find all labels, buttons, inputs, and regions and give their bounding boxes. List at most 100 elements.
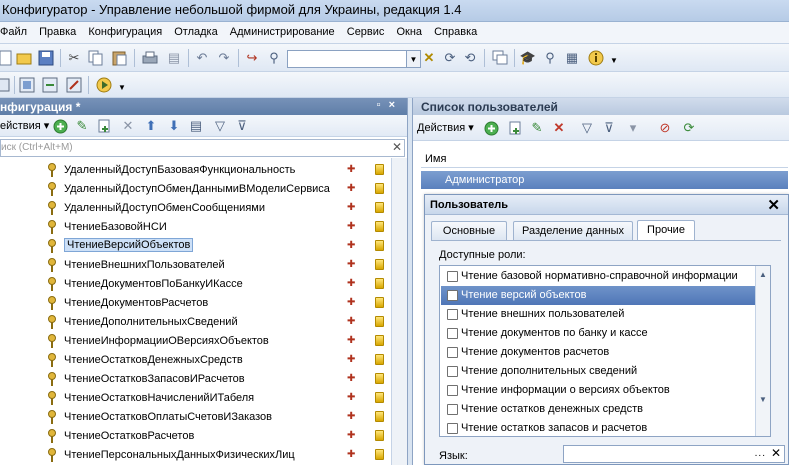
tree-item[interactable]: ЧтениеИнформацииОВерсияхОбъектов ✚ xyxy=(0,332,390,351)
chevron-down-icon[interactable]: ▼ xyxy=(406,51,420,67)
edit-icon[interactable]: ✎ xyxy=(74,118,90,134)
tree-item-selected[interactable]: ЧтениеВерсийОбъектов ✚ xyxy=(0,237,390,256)
tab-main[interactable]: Основные xyxy=(431,221,507,240)
help-search-icon[interactable]: ⚲ xyxy=(542,50,558,66)
paste-icon[interactable] xyxy=(112,50,128,66)
config-icon[interactable] xyxy=(19,77,35,93)
select-button[interactable]: ... xyxy=(755,448,766,459)
filter-clear-icon[interactable]: ⊘ xyxy=(657,120,673,136)
role-item[interactable]: Чтение остатков запасов и расчетов xyxy=(441,419,757,436)
new-icon[interactable] xyxy=(0,50,14,66)
tab-data-separation[interactable]: Разделение данных xyxy=(513,221,633,240)
menu-configuration[interactable]: Конфигурация xyxy=(88,26,162,38)
goto-icon[interactable]: ↪ xyxy=(244,50,260,66)
copy-user-icon[interactable] xyxy=(507,120,523,136)
save-icon[interactable] xyxy=(38,50,54,66)
role-item[interactable]: Чтение информации о версиях объектов xyxy=(441,381,757,400)
run-icon[interactable] xyxy=(96,77,112,93)
language-field[interactable]: ... ✕ xyxy=(563,445,785,463)
tree-item[interactable]: УдаленныйДоступОбменСообщениями ✚ xyxy=(0,199,390,218)
actions-menu[interactable]: ействия ▾ xyxy=(0,119,49,132)
role-item[interactable]: Чтение внешних пользователей xyxy=(441,305,757,324)
open-icon[interactable] xyxy=(16,50,32,66)
menu-edit[interactable]: Правка xyxy=(39,26,76,38)
role-item[interactable]: Чтение остатков денежных средств xyxy=(441,400,757,419)
close-icon[interactable]: ✕ xyxy=(392,140,402,154)
role-checkbox[interactable] xyxy=(447,385,458,396)
move-up-icon[interactable]: ⬆ xyxy=(143,118,159,134)
edit-config-icon[interactable] xyxy=(66,77,82,93)
tree-item[interactable]: ЧтениеПерсональныхДанныхФизическихЛиц ✚ xyxy=(0,446,390,465)
chevron-down-icon[interactable]: ▼ xyxy=(606,52,622,68)
menu-file[interactable]: Файл xyxy=(0,26,27,38)
undo-icon[interactable]: ↶ xyxy=(194,50,210,66)
tree-item[interactable]: ЧтениеОстатковОплатыСчетовИЗаказов ✚ xyxy=(0,408,390,427)
tree-item[interactable]: ЧтениеОстатковНачисленийИТабеля ✚ xyxy=(0,389,390,408)
search-combo[interactable]: ▼ xyxy=(287,50,421,68)
menu-service[interactable]: Сервис xyxy=(347,26,385,38)
print-preview-icon[interactable]: ▤ xyxy=(166,50,182,66)
tree-item[interactable]: ЧтениеОстатковРасчетов ✚ xyxy=(0,427,390,446)
role-checkbox[interactable] xyxy=(447,290,458,301)
print-icon[interactable] xyxy=(142,50,158,66)
delete-icon[interactable]: ✕ xyxy=(120,118,136,134)
role-checkbox[interactable] xyxy=(447,366,458,377)
role-checkbox[interactable] xyxy=(447,423,458,434)
windows-icon[interactable] xyxy=(492,50,508,66)
configuration-search-input[interactable]: иск (Ctrl+Alt+M) ✕ xyxy=(0,139,405,157)
tree-item[interactable]: ЧтениеОстатковДенежныхСредств ✚ xyxy=(0,351,390,370)
menu-help[interactable]: Справка xyxy=(434,26,477,38)
role-checkbox[interactable] xyxy=(447,347,458,358)
role-checkbox[interactable] xyxy=(447,404,458,415)
info-icon[interactable] xyxy=(588,50,604,66)
tree-item[interactable]: ЧтениеДокументовПоБанкуИКассе ✚ xyxy=(0,275,390,294)
chevron-down-icon[interactable]: ▼ xyxy=(114,79,130,95)
find-icon[interactable]: ⚲ xyxy=(266,50,282,66)
tree-item[interactable]: УдаленныйДоступОбменДаннымиВМоделиСервис… xyxy=(0,180,390,199)
filter-history-icon[interactable]: ▾ xyxy=(625,120,641,136)
close-icon[interactable]: ✕ xyxy=(767,196,780,214)
filter-by-value-icon[interactable]: ⊽ xyxy=(601,120,617,136)
wizard-icon[interactable]: 🎓 xyxy=(520,50,536,66)
grid-icon[interactable] xyxy=(0,77,12,93)
scroll-down-icon[interactable]: ▼ xyxy=(756,392,770,406)
user-actions-menu[interactable]: Действия ▾ xyxy=(417,121,474,134)
role-item[interactable]: Чтение документов по банку и кассе xyxy=(441,324,757,343)
menu-windows[interactable]: Окна xyxy=(396,26,422,38)
tree-item[interactable]: УдаленныйДоступБазоваяФункциональность ✚ xyxy=(0,161,390,180)
tree-item[interactable]: ЧтениеОстатковЗапасовИРасчетов ✚ xyxy=(0,370,390,389)
add-icon[interactable] xyxy=(52,118,68,134)
role-item[interactable]: Чтение дополнительных сведений xyxy=(441,362,757,381)
scroll-up-icon[interactable]: ▲ xyxy=(756,267,770,281)
role-item[interactable]: Чтение документов расчетов xyxy=(441,343,757,362)
role-checkbox[interactable] xyxy=(447,309,458,320)
panel-window-buttons[interactable]: ▫× xyxy=(377,99,403,111)
find-next-icon[interactable]: ⟳ xyxy=(442,50,458,66)
tree-item[interactable]: ЧтениеДополнительныхСведений ✚ xyxy=(0,313,390,332)
cut-icon[interactable]: ✂ xyxy=(66,50,82,66)
user-row-selected[interactable]: Администратор xyxy=(421,171,788,189)
role-checkbox[interactable] xyxy=(447,271,458,282)
redo-icon[interactable]: ↷ xyxy=(216,50,232,66)
edit-user-icon[interactable]: ✎ xyxy=(529,120,545,136)
clear-icon[interactable]: ✕ xyxy=(771,446,781,460)
tree-item[interactable]: ЧтениеДокументовРасчетов ✚ xyxy=(0,294,390,313)
filter-icon[interactable]: ▽ xyxy=(579,120,595,136)
move-down-icon[interactable]: ⬇ xyxy=(166,118,182,134)
syntax-help-icon[interactable]: ▦ xyxy=(564,50,580,66)
filter-clear-icon[interactable]: ⊽ xyxy=(234,118,250,134)
roles-scrollbar[interactable]: ▲ ▼ xyxy=(755,266,770,436)
tree-item[interactable]: ЧтениеВнешнихПользователей ✚ xyxy=(0,256,390,275)
delete-user-icon[interactable]: ✕ xyxy=(551,120,567,136)
tree-scrollbar[interactable] xyxy=(391,158,407,465)
sort-icon[interactable]: ▤ xyxy=(188,118,204,134)
menu-debug[interactable]: Отладка xyxy=(174,26,217,38)
refresh-icon[interactable]: ⟳ xyxy=(681,120,697,136)
copy-icon[interactable] xyxy=(88,50,104,66)
role-item-selected[interactable]: Чтение версий объектов xyxy=(441,286,757,305)
tree-item[interactable]: ЧтениеБазовойНСИ ✚ xyxy=(0,218,390,237)
add-user-icon[interactable] xyxy=(483,120,499,136)
copy-item-icon[interactable] xyxy=(96,118,112,134)
clear-icon[interactable]: ✕ xyxy=(421,50,437,66)
column-header-name[interactable]: Имя xyxy=(421,150,788,168)
